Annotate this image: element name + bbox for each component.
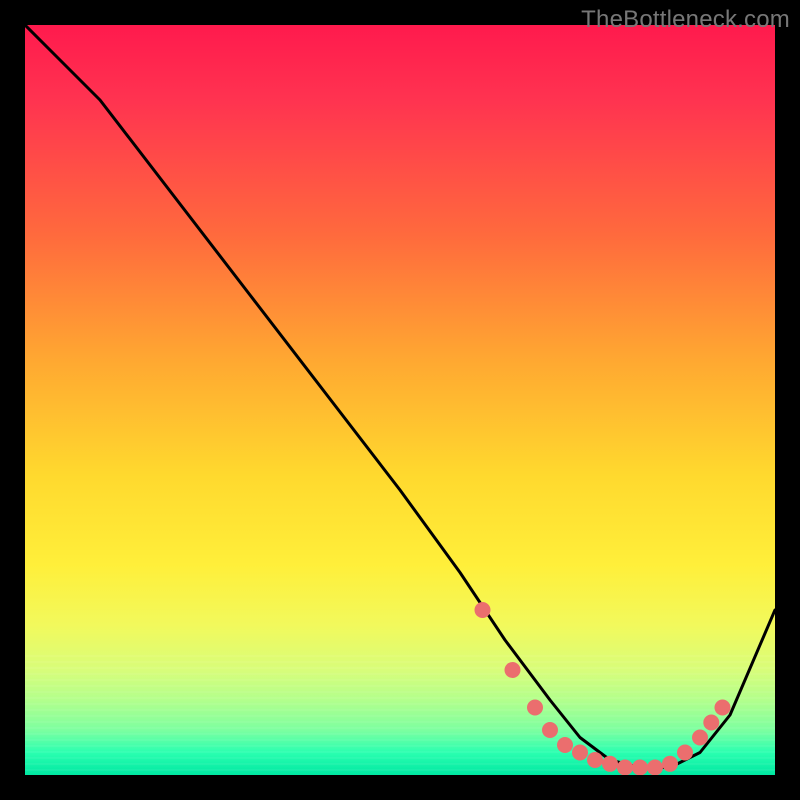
highlight-dot xyxy=(572,745,588,761)
chart-frame: TheBottleneck.com xyxy=(0,0,800,800)
highlight-dot xyxy=(662,756,678,772)
bottleneck-curve xyxy=(25,25,775,768)
highlight-dot xyxy=(527,700,543,716)
highlight-dot xyxy=(617,760,633,776)
curve-layer xyxy=(25,25,775,775)
highlight-dot xyxy=(557,737,573,753)
highlight-dot xyxy=(692,730,708,746)
highlight-dot xyxy=(703,715,719,731)
highlight-dot xyxy=(475,602,491,618)
watermark-text: TheBottleneck.com xyxy=(581,6,790,34)
highlight-dot xyxy=(677,745,693,761)
highlight-dot xyxy=(602,756,618,772)
highlight-dot xyxy=(505,662,521,678)
highlight-dot xyxy=(587,752,603,768)
highlight-dot xyxy=(542,722,558,738)
highlight-dot xyxy=(647,760,663,776)
highlight-dot xyxy=(632,760,648,776)
plot-area xyxy=(25,25,775,775)
highlight-dots xyxy=(475,602,731,775)
highlight-dot xyxy=(715,700,731,716)
